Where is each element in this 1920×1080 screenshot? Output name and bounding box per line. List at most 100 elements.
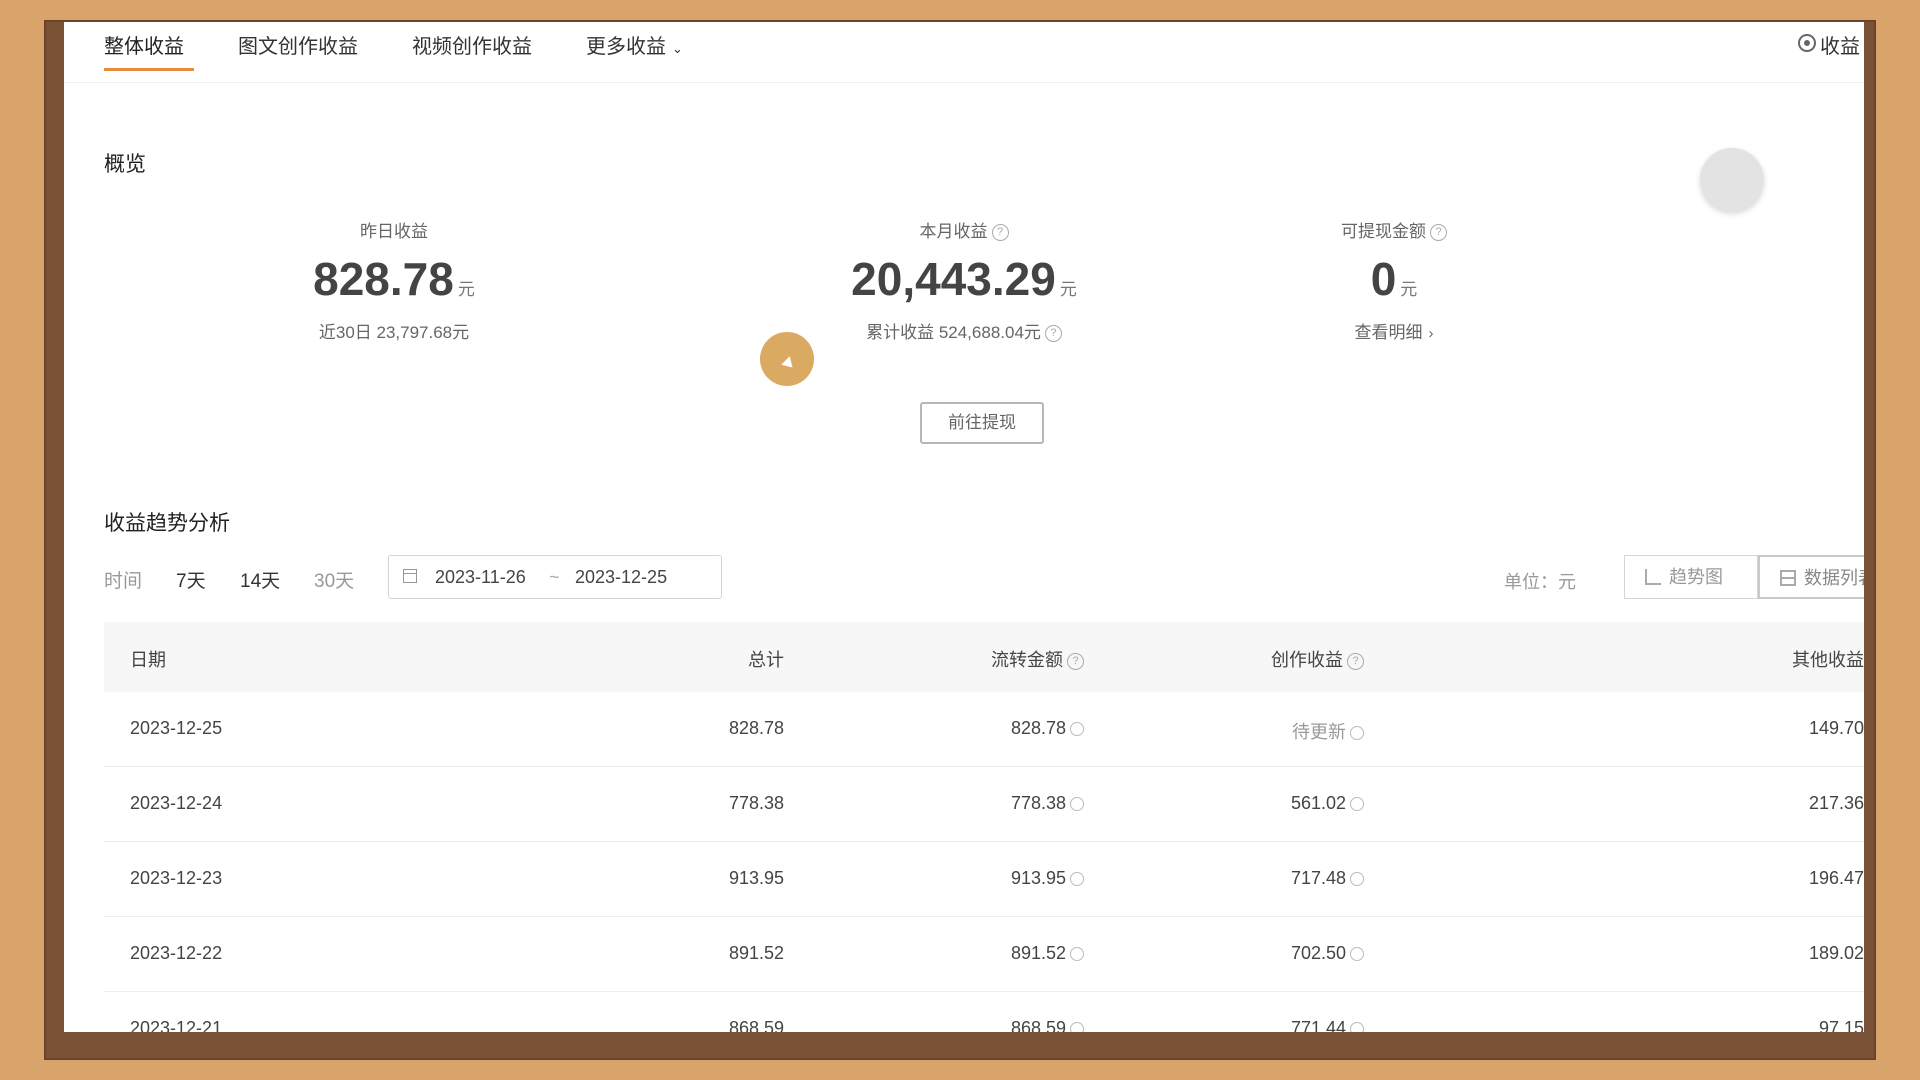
tab-article-earnings[interactable]: 图文创作收益 xyxy=(238,30,358,59)
table-row: 2023-12-21 868.59 868.59 771.44 97.15 xyxy=(104,992,1864,1032)
top-right-label[interactable]: 收益 xyxy=(1820,30,1864,59)
help-icon[interactable]: ? xyxy=(991,224,1009,242)
help-icon[interactable]: ? xyxy=(1044,325,1062,343)
view-details-label: 查看明细 xyxy=(1354,323,1423,342)
stat-yesterday: 昨日收益 828.78 元 近30日 23,797.68元 xyxy=(274,217,514,343)
settings-icon[interactable] xyxy=(1798,34,1816,52)
chevron-down-icon: ⌄ xyxy=(672,41,683,56)
cell-total: 868.59 xyxy=(728,1018,784,1032)
info-icon[interactable] xyxy=(1070,872,1084,887)
stat-month-value: 20,443.29 元 xyxy=(794,252,1134,306)
cell-date: 2023-12-21 xyxy=(130,1018,223,1032)
cell-total: 913.95 xyxy=(728,868,784,888)
info-icon[interactable] xyxy=(1070,1022,1084,1032)
cell-transfer: 913.95 xyxy=(904,868,1084,889)
cell-creation: 717.48 xyxy=(1184,868,1364,889)
date-start: 2023-11-26 xyxy=(435,567,526,587)
cell-other: 196.47 xyxy=(1808,868,1864,888)
header-creation-label: 创作收益 xyxy=(1271,650,1343,670)
cell-transfer: 828.78 xyxy=(904,718,1084,739)
data-list-button[interactable]: 数据列表 xyxy=(1758,555,1864,599)
range-14-days[interactable]: 14天 xyxy=(240,566,280,593)
cell-other: 217.36 xyxy=(1808,793,1864,813)
header-transfer: 流转金额? xyxy=(904,646,1084,672)
stat-yesterday-sub: 近30日 23,797.68元 xyxy=(318,323,470,342)
trend-chart-label: 趋势图 xyxy=(1669,567,1723,587)
tab-overall-earnings[interactable]: 整体收益 xyxy=(104,30,184,59)
cell-creation-value: 561.02 xyxy=(1290,793,1346,813)
cell-total: 828.78 xyxy=(728,718,784,738)
active-tab-indicator xyxy=(104,68,194,71)
table-row: 2023-12-23 913.95 913.95 717.48 196.47 xyxy=(104,842,1864,917)
info-icon[interactable] xyxy=(1070,797,1084,812)
help-icon[interactable]: ? xyxy=(1067,652,1084,670)
tab-more-earnings[interactable]: 更多收益 ⌄ xyxy=(586,30,683,59)
range-7-days[interactable]: 7天 xyxy=(176,566,206,593)
stat-month-label-text: 本月收益 xyxy=(919,222,988,241)
info-icon[interactable] xyxy=(1350,797,1364,812)
cell-transfer: 868.59 xyxy=(904,1018,1084,1032)
earnings-page: 整体收益 图文创作收益 视频创作收益 更多收益 ⌄ 收益 概览 昨日收益 828.… xyxy=(64,22,1864,1032)
cell-creation-value: 702.50 xyxy=(1290,943,1346,963)
earnings-table: 日期 总计 流转金额? 创作收益? 其他收益 2023-12-25 828.78… xyxy=(104,622,1864,1032)
range-30-days[interactable]: 30天 xyxy=(314,566,354,593)
avatar[interactable] xyxy=(1700,148,1764,212)
table-icon xyxy=(1780,570,1796,586)
cell-creation: 771.44 xyxy=(1184,1018,1364,1032)
unit-label: 单位：元 xyxy=(1504,572,1576,592)
view-details-link[interactable]: 查看明细 › xyxy=(1284,318,1504,343)
cell-transfer: 778.38 xyxy=(904,793,1084,814)
stat-withdrawable-unit: 元 xyxy=(1400,280,1418,299)
data-list-label: 数据列表 xyxy=(1804,568,1864,588)
info-icon[interactable] xyxy=(1070,947,1084,962)
info-icon[interactable] xyxy=(1070,722,1084,737)
stat-month-amount: 20,443.29 xyxy=(851,253,1056,305)
stat-month: 本月收益? 20,443.29 元 累计收益 524,688.04元? xyxy=(794,217,1134,343)
withdraw-button[interactable]: 前往提现 xyxy=(920,402,1044,444)
table-header: 日期 总计 流转金额? 创作收益? 其他收益 xyxy=(104,622,1864,692)
tab-video-earnings[interactable]: 视频创作收益 xyxy=(412,30,532,59)
cell-other: 97.15 xyxy=(1818,1018,1864,1032)
info-icon[interactable] xyxy=(1350,872,1364,887)
info-icon[interactable] xyxy=(1350,726,1364,741)
table-row: 2023-12-22 891.52 891.52 702.50 189.02 xyxy=(104,917,1864,992)
cell-transfer: 891.52 xyxy=(904,943,1084,964)
cell-total: 891.52 xyxy=(728,943,784,963)
cell-creation: 561.02 xyxy=(1184,793,1364,814)
table-row: 2023-12-25 828.78 828.78 待更新 149.70 xyxy=(104,692,1864,767)
overview-title: 概览 xyxy=(104,153,146,176)
tab-more-label: 更多收益 xyxy=(586,36,666,58)
header-date: 日期 xyxy=(130,650,166,670)
cell-creation-value: 771.44 xyxy=(1290,1018,1346,1032)
tab-bar: 整体收益 图文创作收益 视频创作收益 更多收益 ⌄ 收益 xyxy=(64,22,1864,83)
stat-withdrawable-amount: 0 xyxy=(1370,253,1397,305)
cell-transfer-value: 913.95 xyxy=(1010,868,1066,888)
trend-chart-icon xyxy=(1645,569,1661,585)
cell-date: 2023-12-25 xyxy=(130,718,223,738)
help-icon[interactable]: ? xyxy=(1347,652,1364,670)
header-creation: 创作收益? xyxy=(1184,646,1364,672)
cell-other: 149.70 xyxy=(1808,718,1864,738)
header-transfer-label: 流转金额 xyxy=(991,650,1063,670)
trend-chart-button[interactable]: 趋势图 xyxy=(1624,555,1758,599)
stat-withdrawable-label: 可提现金额? xyxy=(1284,217,1504,242)
chevron-right-icon: › xyxy=(1428,325,1434,342)
stat-month-sub-text: 累计收益 524,688.04元 xyxy=(866,323,1041,342)
info-icon[interactable] xyxy=(1350,947,1364,962)
cell-creation: 待更新 xyxy=(1184,718,1364,744)
stat-yesterday-unit: 元 xyxy=(457,280,475,299)
stat-withdrawable-label-text: 可提现金额 xyxy=(1341,222,1426,241)
stat-yesterday-amount: 828.78 xyxy=(313,253,454,305)
calendar-icon xyxy=(403,569,417,583)
cell-creation-value: 717.48 xyxy=(1290,868,1346,888)
date-separator: ~ xyxy=(549,567,560,587)
stat-withdrawable: 可提现金额? 0元 查看明细 › xyxy=(1284,217,1504,343)
cell-transfer-value: 868.59 xyxy=(1010,1018,1066,1032)
help-icon[interactable]: ? xyxy=(1430,224,1447,242)
cell-total: 778.38 xyxy=(728,793,784,813)
trend-title: 收益趋势分析 xyxy=(104,512,230,535)
cell-creation-value: 待更新 xyxy=(1292,722,1346,742)
cell-creation: 702.50 xyxy=(1184,943,1364,964)
date-range-picker[interactable]: 2023-11-26 ~ 2023-12-25 xyxy=(388,555,722,599)
info-icon[interactable] xyxy=(1350,1022,1364,1032)
